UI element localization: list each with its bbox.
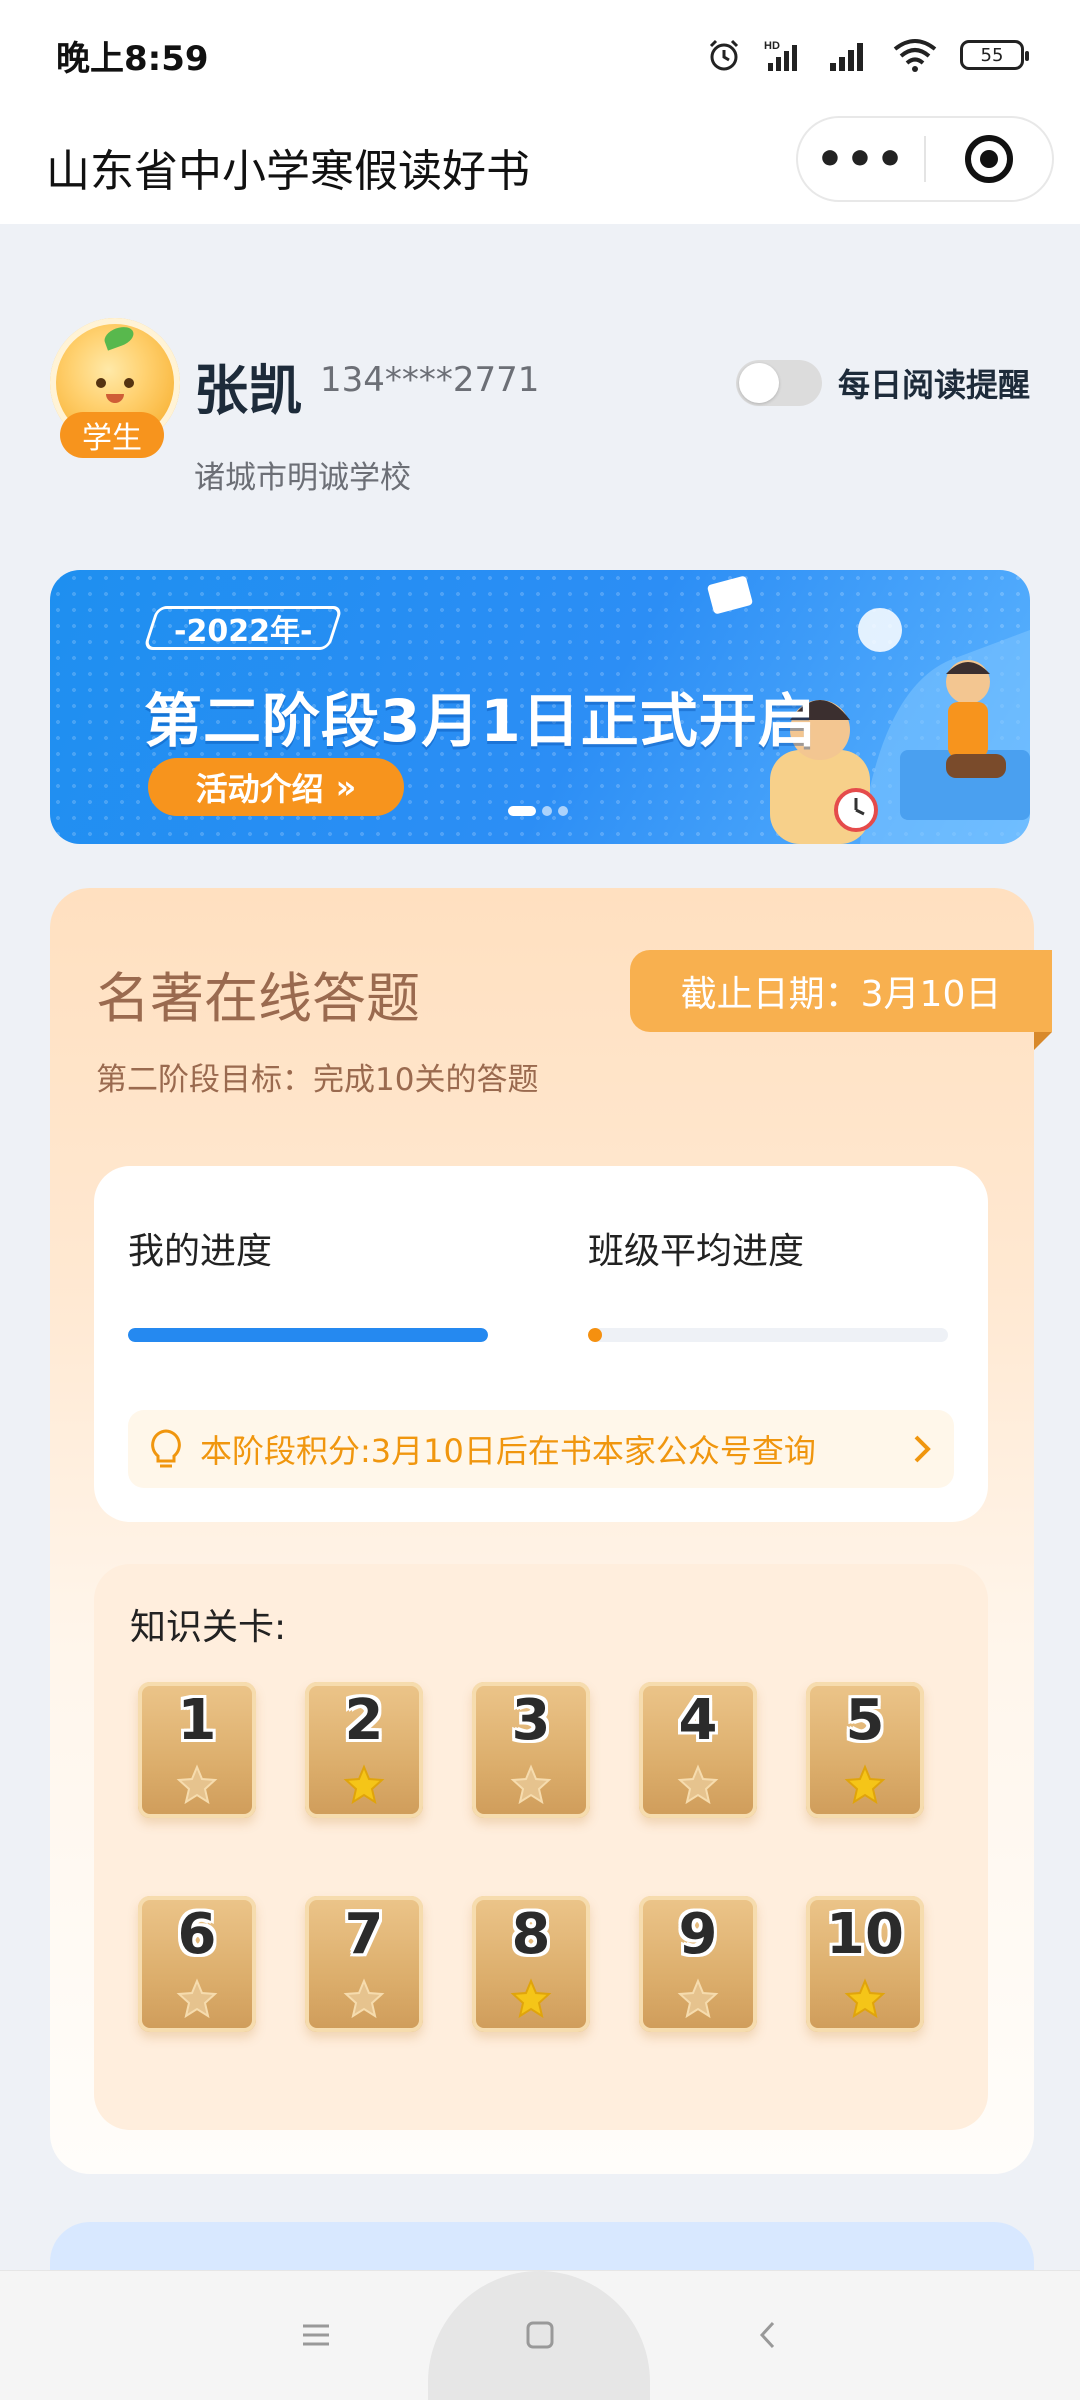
star-empty-icon (677, 1764, 719, 1805)
banner-year: -2022年- (142, 606, 344, 650)
banner-dot[interactable] (558, 806, 568, 816)
role-badge: 学生 (60, 412, 164, 458)
banner-dot[interactable] (508, 806, 536, 816)
recent-apps-button[interactable] (286, 2305, 346, 2365)
star-empty-icon (343, 1978, 385, 2019)
my-progress-bar (128, 1328, 488, 1342)
hd-signal-icon: HD (764, 40, 797, 71)
status-icons: HD 55 (706, 37, 1029, 73)
level-number: 5 (845, 1688, 885, 1753)
more-button[interactable]: ••• (798, 134, 924, 185)
level-number: 8 (511, 1902, 551, 1967)
reminder-toggle[interactable] (735, 360, 822, 406)
levels-panel: 知识关卡: 1 2 3 4 5 6 7 8 9 10 (94, 1564, 988, 2130)
user-school: 诸城市明诚学校 (194, 460, 411, 496)
svg-text:HD: HD (764, 40, 780, 52)
my-progress-label: 我的进度 (128, 1231, 273, 1272)
star-filled-icon (343, 1764, 385, 1805)
user-name: 张凯 (194, 359, 302, 422)
level-tile-9[interactable]: 9 (639, 1896, 757, 2032)
level-number: 6 (177, 1902, 217, 1967)
quiz-goal: 第二阶段目标：完成10关的答题 (96, 1062, 539, 1098)
level-tile-6[interactable]: 6 (138, 1896, 256, 2032)
activity-banner[interactable]: -2022年- 第二阶段3月1日正式开启 活动介绍 » (50, 570, 1030, 844)
level-tile-3[interactable]: 3 (472, 1682, 590, 1818)
my-progress-fill (128, 1328, 488, 1342)
system-nav-bar (0, 2270, 1080, 2400)
daily-reading-reminder: 每日阅读提醒 (735, 360, 1030, 406)
progress-panel: 我的进度 班级平均进度 本阶段积分:3月10日后在书本家公众号查询 (94, 1166, 988, 1522)
lightbulb-icon (151, 1429, 181, 1468)
star-filled-icon (844, 1978, 886, 2019)
reminder-label: 每日阅读提醒 (837, 366, 1030, 404)
chevron-right-icon (914, 1435, 931, 1463)
close-mini-program-button[interactable] (926, 135, 1052, 183)
signal-icon (830, 43, 863, 71)
level-tile-8[interactable]: 8 (472, 1896, 590, 2032)
activity-intro-label: 活动介绍 (195, 770, 324, 808)
banner-pagination (508, 806, 568, 816)
star-empty-icon (176, 1978, 218, 2019)
level-number: 7 (344, 1902, 384, 1967)
levels-label: 知识关卡: (130, 1607, 287, 1648)
square-icon (526, 2321, 554, 2349)
level-number: 2 (344, 1688, 384, 1753)
banner-headline: 第二阶段3月1日正式开启 (144, 687, 817, 755)
level-tile-5[interactable]: 5 (806, 1682, 924, 1818)
level-number: 10 (826, 1902, 904, 1967)
level-tile-4[interactable]: 4 (639, 1682, 757, 1818)
more-icon: ••• (815, 133, 907, 185)
chevron-left-icon (759, 2321, 775, 2349)
battery-level: 55 (980, 44, 1004, 66)
alarm-icon (709, 39, 739, 71)
level-number: 1 (177, 1688, 217, 1753)
score-tip-text: 本阶段积分:3月10日后在书本家公众号查询 (200, 1432, 816, 1470)
target-icon (964, 135, 1013, 183)
level-number: 3 (511, 1688, 551, 1753)
status-bar: 晚上8:59 HD 55 (0, 0, 1080, 110)
toggle-knob (738, 363, 779, 403)
user-profile: 学生 张凯 134****2771 诸城市明诚学校 每日阅读提醒 (50, 318, 1030, 498)
capsule-menu: ••• (796, 116, 1054, 202)
level-tile-10[interactable]: 10 (806, 1896, 924, 2032)
back-button[interactable] (738, 2305, 798, 2365)
wifi-icon (893, 39, 937, 72)
class-progress-fill (588, 1328, 602, 1342)
mini-program-title-bar: 山东省中小学寒假读好书 ••• (0, 110, 1080, 224)
banner-dot[interactable] (542, 806, 552, 816)
level-tile-7[interactable]: 7 (305, 1896, 423, 2032)
home-button[interactable] (510, 2305, 570, 2365)
status-time: 晚上8:59 (56, 38, 209, 79)
page-title: 山东省中小学寒假读好书 (46, 146, 530, 197)
level-number: 9 (678, 1902, 718, 1967)
star-filled-icon (844, 1764, 886, 1805)
double-chevron-icon: » (335, 768, 357, 806)
score-tip[interactable]: 本阶段积分:3月10日后在书本家公众号查询 (128, 1410, 954, 1488)
battery-icon: 55 (960, 40, 1029, 70)
level-tile-2[interactable]: 2 (305, 1682, 423, 1818)
star-empty-icon (677, 1978, 719, 2019)
level-tile-1[interactable]: 1 (138, 1682, 256, 1818)
level-number: 4 (678, 1688, 718, 1753)
quiz-card: 名著在线答题 截止日期：3月10日 第二阶段目标：完成10关的答题 我的进度 班… (50, 888, 1052, 2174)
activity-intro-button[interactable]: 活动介绍 » (148, 758, 404, 816)
menu-icon (303, 2324, 329, 2346)
deadline-badge: 截止日期：3月10日 (630, 950, 1052, 1050)
class-progress-label: 班级平均进度 (588, 1231, 805, 1272)
star-empty-icon (176, 1764, 218, 1805)
quiz-title: 名著在线答题 (96, 967, 420, 1030)
user-phone: 134****2771 (320, 360, 540, 400)
star-empty-icon (510, 1764, 552, 1805)
star-filled-icon (510, 1978, 552, 2019)
class-progress-bar (588, 1328, 948, 1342)
